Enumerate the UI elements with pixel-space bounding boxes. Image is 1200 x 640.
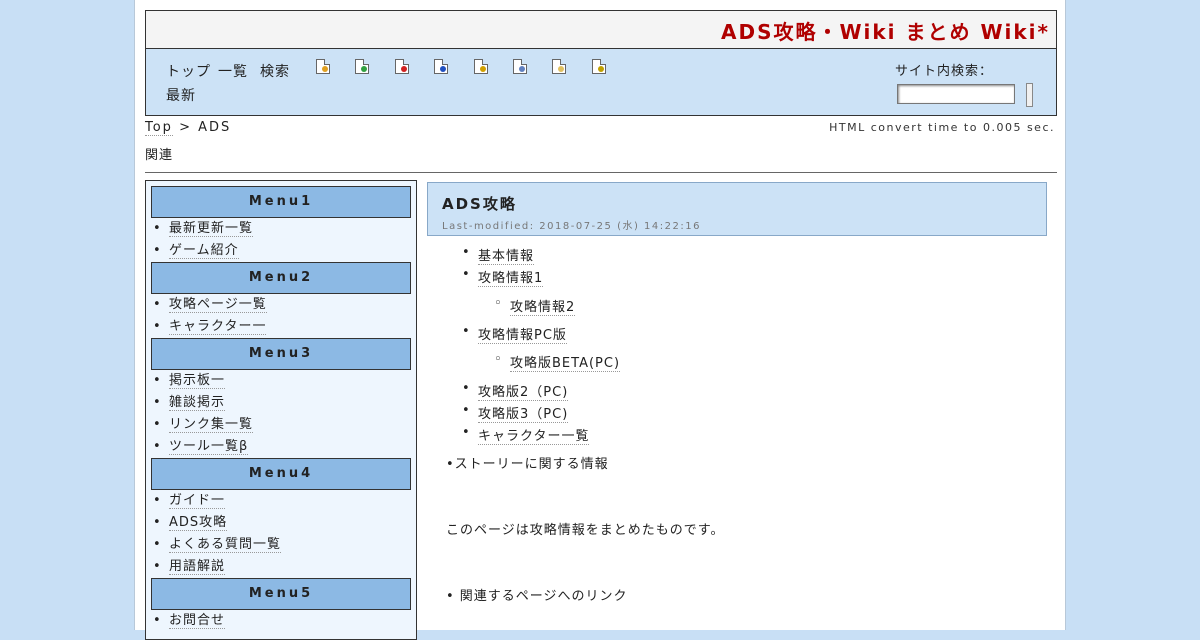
list-item[interactable]: 攻略情報1 — [462, 267, 544, 287]
nav-top[interactable]: トップ — [166, 61, 211, 81]
new-page-icon[interactable] — [316, 59, 330, 74]
sidebar-item[interactable]: ADS攻略 — [151, 512, 411, 534]
copy-icon[interactable] — [513, 59, 527, 74]
sidebar-item[interactable]: よくある質問一覧 — [151, 534, 411, 556]
menu5-heading: Menu5 — [151, 578, 411, 610]
sidebar-menu: Menu1 最新更新一覧 ゲーム紹介 Menu2 攻略ページ一覧 キャラクター一… — [145, 180, 417, 640]
content-text: このページは攻略情報をまとめたものです。 — [446, 523, 725, 538]
related-label: 関連 — [145, 148, 174, 163]
diff-icon[interactable] — [395, 59, 409, 74]
convert-time: HTML convert time to 0.005 sec. — [829, 121, 1055, 134]
page-container: ADS攻略・Wiki まとめ Wiki* トップ 一覧 検索 最新 サイト内検索… — [134, 0, 1066, 640]
sidebar-item[interactable]: 最新更新一覧 — [151, 218, 411, 240]
sidebar-item[interactable]: 用語解説 — [151, 556, 411, 578]
list-item[interactable]: キャラクター一覧 — [462, 425, 590, 445]
list-icon[interactable] — [552, 59, 566, 74]
nav-search[interactable]: 検索 — [260, 61, 290, 81]
list-item[interactable]: 攻略情報2 — [494, 296, 576, 316]
breadcrumb-top-link[interactable]: Top — [145, 120, 173, 136]
page-header: ADS攻略 Last-modified: 2018-07-25 (水) 14:2… — [427, 182, 1047, 236]
page-title: ADS攻略 — [442, 195, 517, 213]
menu2-heading: Menu2 — [151, 262, 411, 294]
search-input[interactable] — [897, 84, 1015, 104]
site-title[interactable]: ADS攻略・Wiki まとめ Wiki* — [145, 10, 1057, 49]
menu4-heading: Menu4 — [151, 458, 411, 490]
breadcrumb-current: ADS — [198, 120, 232, 135]
nav-recent[interactable]: 最新 — [166, 85, 196, 105]
freeze-icon[interactable] — [474, 59, 488, 74]
search-button[interactable] — [1026, 83, 1033, 107]
sidebar-item[interactable]: 掲示板一 — [151, 370, 411, 392]
sidebar-item[interactable]: 雑談掲示 — [151, 392, 411, 414]
sidebar-item[interactable]: キャラクター一 — [151, 316, 411, 338]
sidebar-item[interactable]: お問合せ — [151, 610, 411, 632]
main-content: ADS攻略 Last-modified: 2018-07-25 (水) 14:2… — [427, 182, 1047, 632]
breadcrumb: Top > ADS — [145, 120, 232, 136]
list-item[interactable]: 攻略情報PC版 — [462, 324, 567, 344]
last-modified: Last-modified: 2018-07-25 (水) 14:22:16 — [442, 221, 701, 232]
search-label: サイト内検索： — [895, 64, 994, 79]
list-item[interactable]: 攻略版3（PC) — [462, 403, 569, 423]
content-text: • 関連するページへのリンク — [446, 589, 628, 604]
sidebar-item[interactable]: リンク集一覧 — [151, 414, 411, 436]
menu3-heading: Menu3 — [151, 338, 411, 370]
nav-list[interactable]: 一覧 — [218, 61, 248, 81]
sidebar-item[interactable]: 攻略ページ一覧 — [151, 294, 411, 316]
sidebar-item[interactable]: ゲーム紹介 — [151, 240, 411, 262]
sidebar-item[interactable]: ツール一覧β — [151, 436, 411, 458]
menu1-heading: Menu1 — [151, 186, 411, 218]
list-item[interactable]: 攻略版2（PC) — [462, 381, 569, 401]
content-text: •ストーリーに関する情報 — [446, 457, 609, 472]
help-icon[interactable] — [592, 59, 606, 74]
sidebar-item[interactable]: ガイド一 — [151, 490, 411, 512]
list-item[interactable]: 基本情報 — [462, 245, 535, 265]
toolbar: トップ 一覧 検索 最新 サイト内検索： — [145, 48, 1057, 116]
breadcrumb-separator: > — [179, 120, 192, 135]
edit-page-icon[interactable] — [355, 59, 369, 74]
list-item[interactable]: 攻略版BETA(PC) — [494, 352, 621, 372]
backup-icon[interactable] — [434, 59, 448, 74]
divider — [145, 172, 1057, 173]
